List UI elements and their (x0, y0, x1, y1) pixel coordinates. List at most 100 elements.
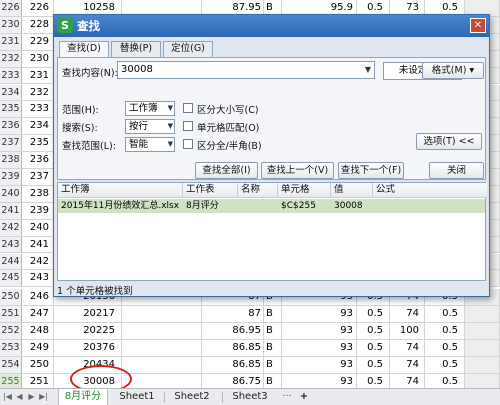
column-header-sheet[interactable]: 工作表 (183, 183, 238, 198)
sheet-tab-8yue[interactable]: 8月评分 (58, 389, 108, 405)
row-header[interactable]: 250 (0, 289, 22, 306)
cell-b[interactable]: 20217 (54, 306, 122, 323)
cell-c[interactable] (122, 323, 202, 339)
cell-h[interactable]: 100 (390, 323, 425, 339)
row-header[interactable]: 243 (0, 236, 22, 253)
chevron-down-icon[interactable]: ▼ (362, 62, 374, 78)
cell-a[interactable]: 246 (22, 289, 54, 306)
tab-replace[interactable]: 替换(P) (111, 41, 161, 57)
cell-a[interactable]: 234 (22, 118, 54, 135)
cell-g[interactable]: 0.5 (357, 356, 390, 373)
cell-a[interactable]: 230 (22, 50, 54, 67)
cell-c[interactable] (122, 306, 202, 323)
cell-i[interactable]: 0.5 (425, 306, 465, 323)
tab-goto[interactable]: 定位(G) (163, 41, 213, 57)
add-sheet-icon[interactable]: + (296, 389, 312, 405)
result-row[interactable]: 2015年11月份绩效汇总.xlsx 8月评分 $C$255 30008 (58, 199, 485, 213)
cell-j[interactable] (465, 340, 500, 356)
row-header[interactable]: 241 (0, 202, 22, 219)
find-what-input[interactable]: 30008 (117, 61, 375, 79)
cell-e[interactable]: B (264, 340, 282, 356)
row-header[interactable]: 232 (0, 50, 22, 67)
cell-a[interactable]: 233 (22, 101, 54, 118)
row-header[interactable]: 252 (0, 323, 22, 339)
cell-a[interactable]: 247 (22, 306, 54, 323)
cell-d[interactable]: 87 (202, 306, 264, 323)
look-in-select[interactable]: 智能 ▼ (125, 137, 175, 152)
cell-b[interactable]: 20376 (54, 340, 122, 356)
cell-a[interactable]: 232 (22, 84, 54, 101)
match-cell-checkbox[interactable] (183, 121, 193, 131)
cell-i[interactable]: 0.5 (425, 340, 465, 356)
cell-i[interactable]: 0.5 (425, 356, 465, 373)
prev-sheet-icon[interactable]: ◀ (14, 391, 25, 403)
column-header-cell[interactable]: 单元格 (278, 183, 331, 198)
cell-c[interactable] (122, 340, 202, 356)
cell-a[interactable]: 238 (22, 185, 54, 202)
cell-a[interactable]: 228 (22, 16, 54, 33)
row-header[interactable]: 237 (0, 135, 22, 152)
sheet-tab-sheet1[interactable]: Sheet1 (112, 389, 162, 405)
cell-j[interactable] (465, 323, 500, 339)
cell-a[interactable]: 250 (22, 356, 54, 373)
cell-a[interactable]: 242 (22, 253, 54, 270)
find-previous-button[interactable]: 查找上一个(V) (261, 162, 334, 179)
sheet-tab-sheet2[interactable]: Sheet2 (167, 389, 217, 405)
row-header[interactable]: 230 (0, 16, 22, 33)
match-width-checkbox[interactable] (183, 139, 193, 149)
cell-i[interactable]: 0.5 (425, 323, 465, 339)
find-all-button[interactable]: 查找全部(I) (195, 162, 258, 179)
find-next-button[interactable]: 查找下一个(F) (338, 162, 404, 179)
row-header[interactable]: 240 (0, 185, 22, 202)
cell-d[interactable]: 86.85 (202, 340, 264, 356)
cell-h[interactable]: 74 (390, 306, 425, 323)
cell-a[interactable]: 241 (22, 236, 54, 253)
cell-e[interactable]: B (264, 306, 282, 323)
cell-d[interactable]: 86.85 (202, 356, 264, 373)
cell-c[interactable] (122, 356, 202, 373)
row-header[interactable]: 242 (0, 219, 22, 236)
cell-f[interactable]: 93 (282, 306, 357, 323)
more-sheets-icon[interactable]: ··· (278, 389, 296, 405)
table-row[interactable]: 253 249 20376 86.85 B 93 0.5 74 0.5 (0, 340, 500, 357)
cell-a[interactable]: 229 (22, 33, 54, 50)
cell-h[interactable]: 74 (390, 356, 425, 373)
cell-a[interactable]: 237 (22, 169, 54, 185)
cell-f[interactable]: 93 (282, 356, 357, 373)
row-header[interactable]: 251 (0, 306, 22, 323)
row-header[interactable]: 253 (0, 340, 22, 356)
cell-b[interactable]: 20225 (54, 323, 122, 339)
row-header[interactable]: 235 (0, 101, 22, 118)
cell-e[interactable]: B (264, 323, 282, 339)
column-header-workbook[interactable]: 工作簿 (58, 183, 183, 198)
column-header-name[interactable]: 名称 (238, 183, 278, 198)
row-header[interactable]: 236 (0, 118, 22, 135)
row-header[interactable]: 233 (0, 67, 22, 84)
results-list[interactable]: 工作簿 工作表 名称 单元格 值 公式 2015年11月份绩效汇总.xlsx 8… (57, 182, 487, 281)
cell-f[interactable]: 93 (282, 323, 357, 339)
cell-j[interactable] (465, 356, 500, 373)
cell-a[interactable]: 240 (22, 219, 54, 236)
last-sheet-icon[interactable]: ▶| (38, 391, 49, 403)
first-sheet-icon[interactable]: |◀ (2, 391, 13, 403)
cell-h[interactable]: 74 (390, 340, 425, 356)
dialog-titlebar[interactable]: S 查找 ✕ (54, 15, 489, 37)
close-icon[interactable]: ✕ (470, 18, 486, 33)
search-order-select[interactable]: 按行 ▼ (125, 119, 175, 134)
row-header[interactable]: 238 (0, 152, 22, 168)
cell-a[interactable]: 243 (22, 270, 54, 287)
cell-a[interactable]: 236 (22, 152, 54, 168)
cell-d[interactable]: 86.95 (202, 323, 264, 339)
next-sheet-icon[interactable]: ▶ (26, 391, 37, 403)
cell-e[interactable]: B (264, 356, 282, 373)
row-header[interactable]: 234 (0, 84, 22, 101)
table-row[interactable]: 251 247 20217 87 B 93 0.5 74 0.5 (0, 306, 500, 324)
tab-find[interactable]: 查找(D) (59, 41, 109, 58)
cell-g[interactable]: 0.5 (357, 340, 390, 356)
cell-a[interactable]: 249 (22, 340, 54, 356)
cell-a[interactable]: 239 (22, 202, 54, 219)
format-button[interactable]: 格式(M) ▾ (422, 62, 484, 79)
cell-g[interactable]: 0.5 (357, 323, 390, 339)
options-button[interactable]: 选项(T) << (416, 133, 482, 150)
row-header[interactable]: 231 (0, 33, 22, 50)
